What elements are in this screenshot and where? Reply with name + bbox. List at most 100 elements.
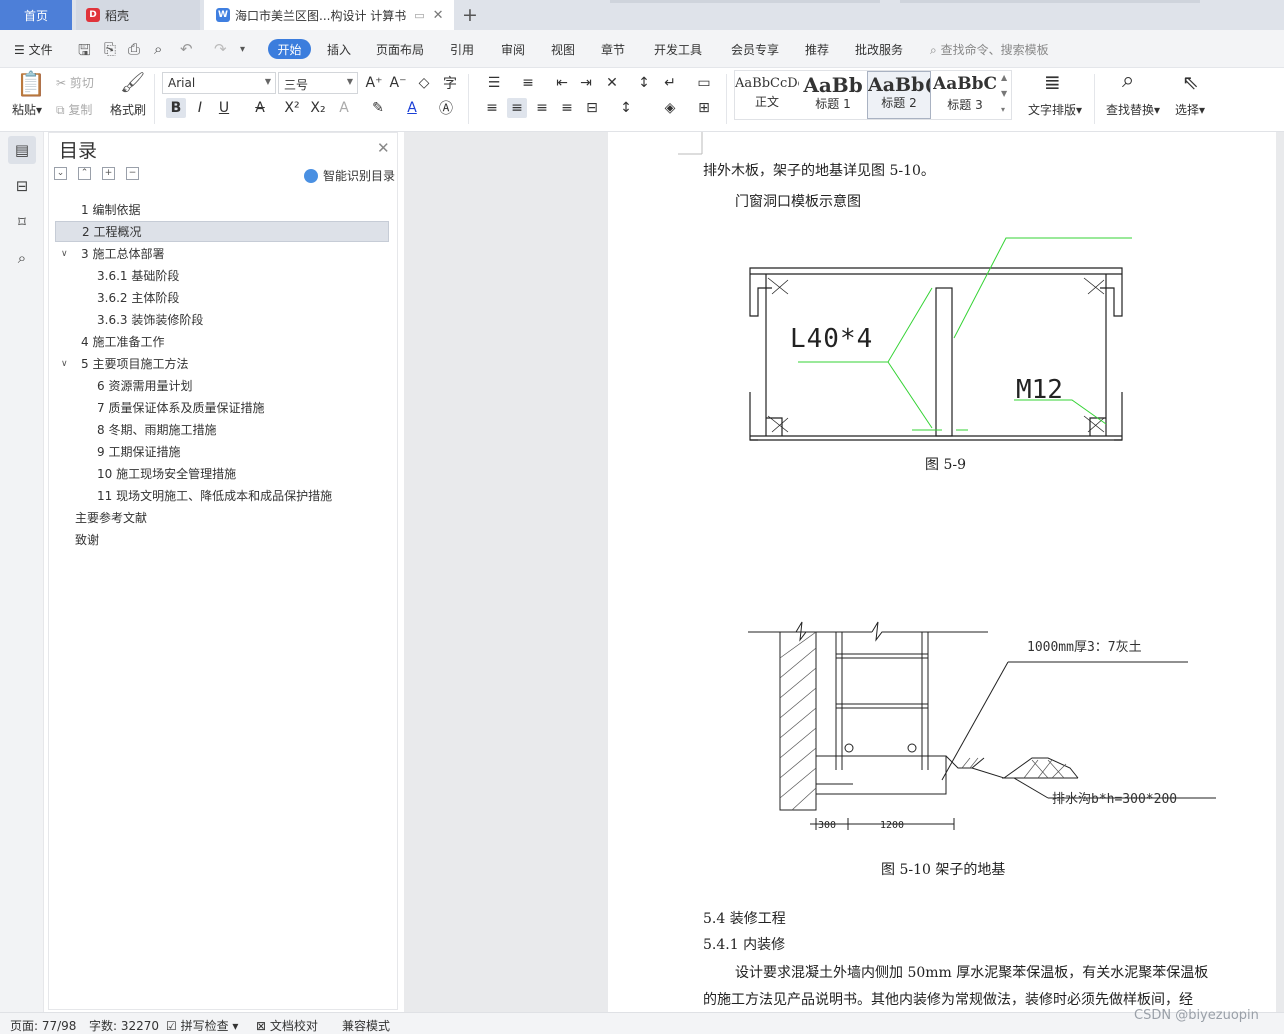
justify-icon[interactable]: ≡: [557, 98, 577, 118]
menu-file[interactable]: ☰ 文件: [14, 41, 53, 58]
page-indicator[interactable]: 页面: 77/98: [10, 1017, 76, 1034]
subscript-button[interactable]: X₂: [308, 98, 328, 118]
numbered-list-icon[interactable]: ≡: [518, 73, 538, 93]
expand-styles-icon[interactable]: ▾: [1001, 105, 1005, 114]
close-icon[interactable]: ✕: [377, 139, 390, 157]
format-painter-button[interactable]: 格式刷: [110, 101, 146, 118]
bold-button[interactable]: B: [166, 98, 186, 118]
collapse-all-icon[interactable]: ⌄: [54, 167, 67, 180]
chevron-down-icon[interactable]: ∨: [61, 249, 68, 259]
chinese-layout-icon[interactable]: ✕: [602, 73, 622, 93]
shading-icon[interactable]: ◈: [660, 98, 680, 118]
menu-recommend[interactable]: 推荐: [805, 41, 829, 58]
cut-button[interactable]: ✂ 剪切: [56, 74, 94, 91]
borders-icon[interactable]: ⊞: [694, 98, 714, 118]
toc-item[interactable]: 9 工期保证措施: [55, 441, 389, 462]
underline-button[interactable]: U: [214, 98, 234, 118]
menu-review[interactable]: 审阅: [501, 41, 525, 58]
paste-icon[interactable]: 📋: [16, 70, 46, 98]
text-layout-button[interactable]: 文字排版▾: [1028, 101, 1082, 118]
toc-item[interactable]: 3.6.1 基础阶段: [55, 265, 389, 286]
menu-dev-tools[interactable]: 开发工具: [654, 41, 702, 58]
style-heading-3[interactable]: AaBbC 标题 3: [933, 71, 997, 119]
select-button[interactable]: 选择▾: [1175, 101, 1205, 118]
toc-item[interactable]: 6 资源需用量计划: [55, 375, 389, 396]
proofread-button[interactable]: ⊠ 文档校对: [256, 1017, 318, 1034]
smart-toc-button[interactable]: 智能识别目录: [304, 167, 395, 184]
expand-up-icon[interactable]: ⌃: [78, 167, 91, 180]
tab-daoke[interactable]: D 稻壳: [76, 0, 200, 30]
new-tab-button[interactable]: +: [462, 4, 478, 26]
style-heading-1[interactable]: AaBb 标题 1: [801, 71, 865, 119]
superscript-button[interactable]: X²: [282, 98, 302, 118]
align-center-icon[interactable]: ≡: [507, 98, 527, 118]
strikethrough-button[interactable]: A: [250, 98, 270, 118]
toc-item[interactable]: ∨ 5 主要项目施工方法: [55, 353, 389, 374]
show-marks-icon[interactable]: ↵: [660, 73, 680, 93]
menu-references[interactable]: 引用: [450, 41, 474, 58]
close-icon[interactable]: ✕: [433, 8, 444, 23]
menu-chapter[interactable]: 章节: [601, 41, 625, 58]
find-replace-button[interactable]: 查找替换▾: [1106, 101, 1160, 118]
tab-home[interactable]: 首页: [0, 0, 72, 30]
toc-item[interactable]: 7 质量保证体系及质量保证措施: [55, 397, 389, 418]
quick-access-dropdown-icon[interactable]: ▾: [240, 44, 245, 55]
toc-item[interactable]: 11 现场文明施工、降低成本和成品保护措施: [55, 485, 389, 506]
remove-item-icon[interactable]: −: [126, 167, 139, 180]
spell-check-button[interactable]: ☑ 拼写检查 ▾: [166, 1017, 238, 1034]
italic-button[interactable]: I: [190, 98, 210, 118]
export-icon[interactable]: ⎘: [104, 40, 116, 58]
menu-view[interactable]: 视图: [551, 41, 575, 58]
document-page[interactable]: 排外木板，架子的地基详见图 5-10。 门窗洞口模板示意图 L40*4 M12 …: [608, 132, 1276, 1012]
menu-member[interactable]: 会员专享: [731, 41, 779, 58]
font-name-select[interactable]: Arial ▼: [162, 72, 276, 94]
toc-item[interactable]: 4 施工准备工作: [55, 331, 389, 352]
toc-item[interactable]: 3.6.2 主体阶段: [55, 287, 389, 308]
line-spacing-icon[interactable]: ↕: [616, 98, 636, 118]
grow-font-icon[interactable]: A⁺: [364, 73, 384, 93]
clear-format-icon[interactable]: ◇: [414, 73, 434, 93]
char-border-icon[interactable]: Ⓐ: [436, 98, 456, 118]
copy-button[interactable]: ⧉ 复制: [56, 101, 92, 118]
menu-insert[interactable]: 插入: [327, 41, 351, 58]
bullet-list-icon[interactable]: ☰: [484, 73, 504, 93]
font-size-select[interactable]: 三号 ▼: [278, 72, 358, 94]
text-effect-icon[interactable]: A: [334, 98, 354, 118]
toc-item[interactable]: 2 工程概况: [55, 221, 389, 242]
toc-item[interactable]: 10 施工现场安全管理措施: [55, 463, 389, 484]
align-left-icon[interactable]: ≡: [482, 98, 502, 118]
toc-item[interactable]: ∨ 3 施工总体部署: [55, 243, 389, 264]
distribute-icon[interactable]: ⊟: [582, 98, 602, 118]
toc-item[interactable]: 1 编制依据: [55, 199, 389, 220]
align-right-icon[interactable]: ≡: [532, 98, 552, 118]
chevron-up-icon[interactable]: ▲: [1001, 73, 1007, 82]
style-normal[interactable]: AaBbCcDd 正文: [735, 71, 799, 119]
decrease-indent-icon[interactable]: ⇤: [552, 73, 572, 93]
bookmark-icon[interactable]: ⌑: [8, 208, 36, 236]
shrink-font-icon[interactable]: A⁻: [388, 73, 408, 93]
preview-icon[interactable]: ⌕: [154, 40, 162, 58]
search-icon[interactable]: ⌕: [8, 244, 36, 272]
chapter-nav-icon[interactable]: ⊟: [8, 172, 36, 200]
word-count[interactable]: 字数: 32270: [89, 1017, 159, 1034]
chevron-down-icon[interactable]: ▼: [1001, 89, 1007, 98]
chevron-down-icon[interactable]: ∨: [61, 359, 68, 369]
command-search[interactable]: ⌕ 查找命令、搜索模板: [930, 41, 1049, 58]
toc-item[interactable]: 3.6.3 装饰装修阶段: [55, 309, 389, 330]
toc-item[interactable]: 8 冬期、雨期施工措施: [55, 419, 389, 440]
style-heading-2[interactable]: AaBb( 标题 2: [867, 71, 931, 119]
menu-start[interactable]: 开始: [268, 39, 311, 59]
font-color-button[interactable]: A: [402, 98, 422, 118]
redo-icon[interactable]: ↷: [214, 40, 227, 58]
phonetic-icon[interactable]: 字: [440, 73, 460, 93]
tab-document[interactable]: W 海口市美兰区图...构设计 计算书 ▭ ✕: [204, 0, 454, 30]
add-item-icon[interactable]: +: [102, 167, 115, 180]
paste-button[interactable]: 粘贴▾: [12, 101, 42, 118]
table-tools-icon[interactable]: ▭: [694, 73, 714, 93]
save-icon[interactable]: 🖫: [78, 40, 91, 65]
menu-correction[interactable]: 批改服务: [855, 41, 903, 58]
screen-icon[interactable]: ▭: [414, 9, 424, 22]
print-icon[interactable]: ⎙: [128, 40, 140, 58]
toc-item[interactable]: 主要参考文献: [55, 507, 389, 528]
increase-indent-icon[interactable]: ⇥: [576, 73, 596, 93]
